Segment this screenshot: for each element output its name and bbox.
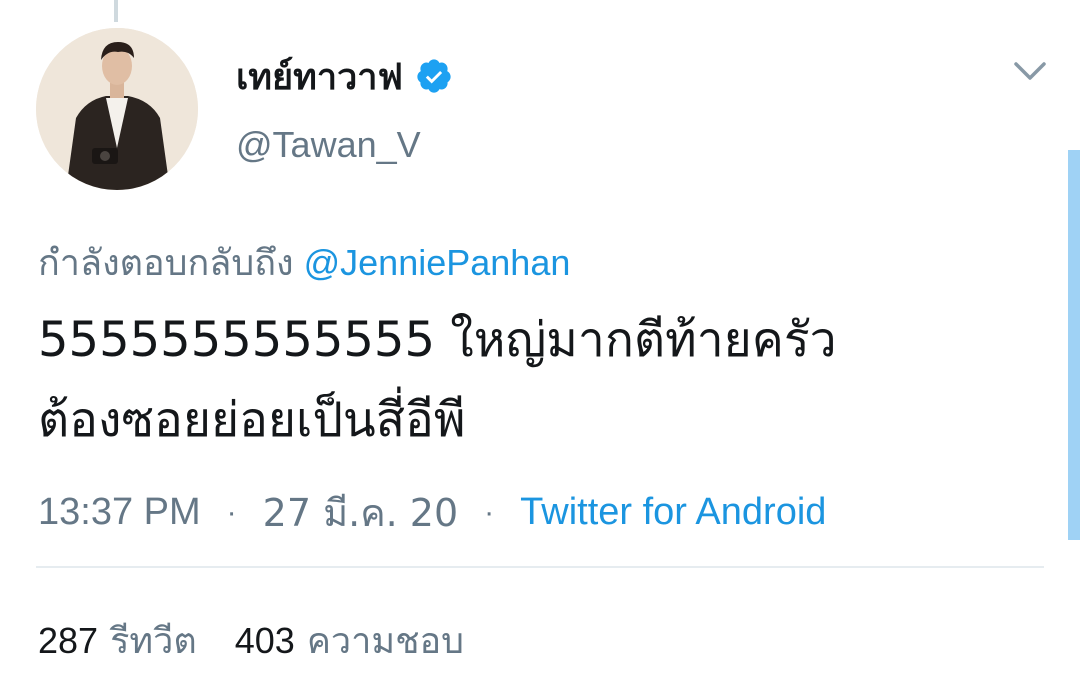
- retweets-stat[interactable]: 287 รีทวีต: [38, 612, 197, 669]
- tweet-text-line-1: 5555555555555 ใหญ่มากตีท้ายครัว: [38, 312, 837, 368]
- meta-separator: ·: [484, 495, 495, 529]
- reply-mention-link[interactable]: @JenniePanhan: [304, 242, 571, 283]
- tweet-stats: 287 รีทวีต 403 ความชอบ: [38, 612, 464, 669]
- chevron-down-icon[interactable]: [1010, 56, 1050, 88]
- username[interactable]: @Tawan_V: [236, 124, 421, 166]
- divider: [36, 566, 1044, 568]
- likes-stat[interactable]: 403 ความชอบ: [235, 612, 464, 669]
- meta-separator: ·: [226, 495, 237, 529]
- avatar[interactable]: [36, 28, 198, 190]
- replying-to: กำลังตอบกลับถึง @JenniePanhan: [38, 234, 570, 291]
- tweet-source-link[interactable]: Twitter for Android: [520, 491, 826, 534]
- tweet-text-line-2: ต้องซอยย่อยเป็นสี่อีพี: [38, 392, 466, 448]
- likes-count: 403: [234, 620, 295, 661]
- retweets-label: รีทวีต: [110, 621, 197, 662]
- tweet-meta: 13:37 PM · 27 มี.ค. 20 · Twitter for And…: [38, 482, 826, 543]
- tweet-text: 5555555555555 ใหญ่มากตีท้ายครัว ต้องซอยย…: [38, 300, 1038, 460]
- display-name[interactable]: เทย์ทาวาฟ: [236, 48, 403, 105]
- author-name-row[interactable]: เทย์ทาวาฟ: [236, 52, 453, 100]
- scrollbar[interactable]: [1068, 150, 1080, 540]
- retweets-count: 287: [38, 620, 99, 661]
- tweet-date[interactable]: 27 มี.ค. 20: [263, 482, 459, 543]
- replying-to-label: กำลังตอบกลับถึง: [38, 243, 294, 284]
- tweet-time[interactable]: 13:37 PM: [38, 491, 201, 534]
- likes-label: ความชอบ: [306, 621, 464, 662]
- profile-photo: [36, 28, 198, 190]
- verified-badge-icon: [415, 57, 453, 95]
- thread-connector-line: [114, 0, 118, 22]
